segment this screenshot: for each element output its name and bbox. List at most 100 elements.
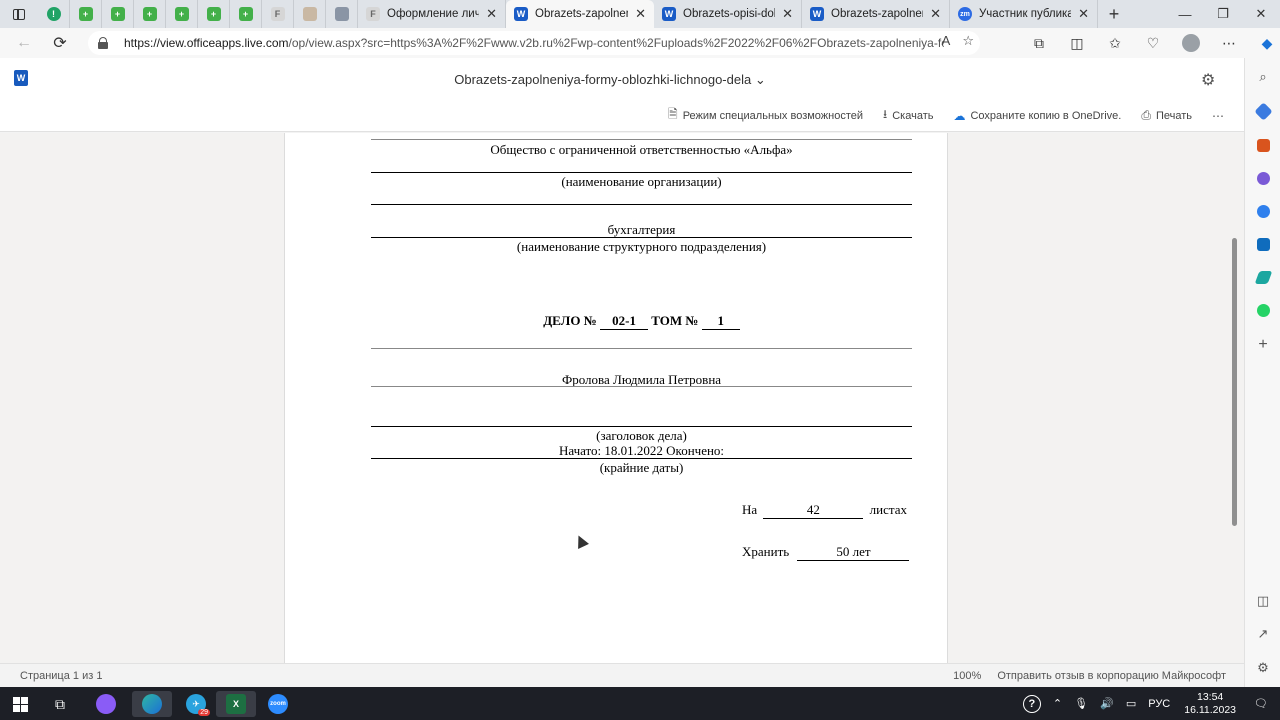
task-view-icon[interactable]: ⧉ <box>40 691 80 717</box>
drop-send-icon[interactable] <box>1254 268 1272 286</box>
favorites-icon[interactable]: ✩ <box>1096 28 1134 58</box>
tools-briefcase-icon[interactable] <box>1254 136 1272 154</box>
org-name: Общество с ограниченной ответственностью… <box>490 142 793 157</box>
url-field[interactable]: https://view.officeapps.live.com/op/view… <box>88 31 980 55</box>
tab-title: Obrazets-opisi-doku <box>683 8 775 20</box>
more-options-icon[interactable]: ⋯ <box>1212 109 1224 123</box>
external-link-icon[interactable]: ↗ <box>1254 625 1272 643</box>
chevron-down-icon: ⌄ <box>754 72 766 87</box>
case-number: 02-1 <box>600 313 649 330</box>
document-viewport[interactable]: Общество с ограниченной ответственностью… <box>0 133 1244 663</box>
new-tab-button[interactable]: + <box>1098 0 1130 28</box>
divider <box>371 237 912 238</box>
print-button[interactable]: ⎙ Печать <box>1141 108 1192 123</box>
extensions-icon[interactable]: ⧉ <box>1020 28 1058 58</box>
clock[interactable]: 13:54 16.11.2023 <box>1184 691 1236 717</box>
hide-sidebar-icon[interactable]: ◫ <box>1254 592 1272 610</box>
pinned-tab[interactable]: + <box>166 0 198 28</box>
zoom-level[interactable]: 100% <box>953 670 981 682</box>
department-caption: (наименование структурного подразделения… <box>516 239 767 254</box>
pinned-tab[interactable]: + <box>198 0 230 28</box>
pinned-tab[interactable]: + <box>230 0 262 28</box>
add-sidebar-app-icon[interactable]: + <box>1254 336 1272 354</box>
sheet-plus-icon: + <box>206 7 221 21</box>
download-button[interactable]: ⭳ Скачать <box>883 105 933 126</box>
sheet-plus-icon: + <box>78 7 93 21</box>
microsoft-365-icon[interactable] <box>1254 202 1272 220</box>
notifications-icon[interactable]: 🗨 <box>1254 697 1268 710</box>
divider <box>371 139 912 140</box>
help-icon[interactable]: ? <box>1022 694 1041 713</box>
sheets-suffix: листах <box>869 502 907 517</box>
tab-actions-menu-icon[interactable] <box>0 0 38 28</box>
minimize-icon[interactable]: — <box>1166 0 1204 28</box>
pinned-tab[interactable]: + <box>134 0 166 28</box>
edge-sidebar: ⌕ + ◫ ↗ ⚙ <box>1244 58 1280 687</box>
browser-tab[interactable]: W Obrazets-opisi-doku ✕ <box>654 0 802 28</box>
tab-title: Оформление личны <box>387 8 480 20</box>
microphone-icon[interactable]: 🎙 <box>1074 697 1088 710</box>
pinned-tab[interactable]: ! <box>38 0 70 28</box>
more-menu-icon[interactable]: ⋯ <box>1210 28 1248 58</box>
download-label: Скачать <box>892 109 934 122</box>
vertical-scrollbar[interactable] <box>1232 238 1237 526</box>
split-screen-icon[interactable]: ◫ <box>1058 28 1096 58</box>
browser-tab[interactable]: W Obrazets-zapolneniy ✕ <box>802 0 950 28</box>
volume-label: ТОМ № <box>651 313 699 328</box>
tab-title: Obrazets-zapolneniy <box>535 8 628 20</box>
maximize-icon[interactable]: ❐ <box>1204 0 1242 28</box>
windows-start-icon[interactable] <box>0 691 40 717</box>
download-icon: ⭳ <box>883 107 888 121</box>
pinned-tab[interactable] <box>294 0 326 28</box>
url-text: https://view.officeapps.live.com/op/view… <box>124 36 944 50</box>
zoom-app-icon[interactable]: zoom <box>258 691 298 717</box>
sidebar-settings-icon[interactable]: ⚙ <box>1254 659 1272 677</box>
case-heading: ДЕЛО № 02-1 ТОМ № 1 <box>371 313 912 330</box>
gear-icon[interactable]: ⚙ <box>1201 70 1215 90</box>
back-arrow-icon[interactable]: ← <box>6 28 42 58</box>
shopping-tag-icon[interactable] <box>1253 101 1273 121</box>
pinned-tab[interactable]: + <box>70 0 102 28</box>
close-icon[interactable]: ✕ <box>1078 6 1089 22</box>
refresh-icon[interactable]: ⟳ <box>42 28 78 58</box>
browser-tab[interactable]: zm Участник публикаци ✕ <box>950 0 1098 28</box>
feedback-link[interactable]: Отправить отзыв в корпорацию Майкрософт <box>997 670 1226 682</box>
telegram-icon[interactable]: ✈ 29 <box>176 691 216 717</box>
pinned-tab[interactable]: + <box>102 0 134 28</box>
chevron-up-icon[interactable]: ⌃ <box>1053 697 1062 710</box>
close-icon[interactable]: ✕ <box>635 6 646 22</box>
profile-avatar[interactable] <box>1182 34 1200 52</box>
edge-browser-icon[interactable] <box>132 691 172 717</box>
accessibility-mode-button[interactable]: 🗎 Режим специальных возможностей <box>668 105 863 126</box>
language-indicator[interactable]: РУС <box>1148 698 1170 710</box>
games-icon[interactable] <box>1254 169 1272 187</box>
close-icon[interactable]: ✕ <box>930 6 941 22</box>
browser-tab[interactable]: F Оформление личны ✕ <box>358 0 506 28</box>
excel-icon[interactable]: X <box>216 691 256 717</box>
sheets-value: 42 <box>763 502 864 519</box>
save-to-onedrive-button[interactable]: ☁ Сохраните копию в OneDrive. <box>953 109 1121 123</box>
browser-essentials-icon[interactable]: ♡ <box>1134 28 1172 58</box>
org-caption: (наименование организации) <box>561 174 722 189</box>
close-icon[interactable]: ✕ <box>782 6 793 22</box>
sheet-plus-icon: + <box>110 7 125 21</box>
read-aloud-icon[interactable]: A <box>942 33 951 49</box>
outlook-icon[interactable] <box>1254 235 1272 253</box>
browser-tab-strip: ! + + + + + + F F Оформление личны ✕ W O… <box>0 0 1280 28</box>
volume-icon[interactable]: 🔊 <box>1100 697 1114 710</box>
whatsapp-icon[interactable] <box>1254 301 1272 319</box>
pinned-tab[interactable]: F <box>262 0 294 28</box>
close-icon[interactable]: ✕ <box>486 6 497 22</box>
page-count: Страница 1 из 1 <box>20 669 103 682</box>
copilot-icon[interactable]: ◆ <box>1248 28 1280 58</box>
mouse-cursor-icon <box>573 533 589 549</box>
close-window-icon[interactable]: ✕ <box>1242 0 1280 28</box>
save-onedrive-label: Сохраните копию в OneDrive. <box>970 109 1122 122</box>
favorite-star-icon[interactable]: ☆ <box>962 33 974 49</box>
battery-icon[interactable]: ▭ <box>1126 697 1136 710</box>
browser-tab-active[interactable]: W Obrazets-zapolneniy ✕ <box>506 0 654 28</box>
pinned-tab[interactable] <box>326 0 358 28</box>
alice-assistant-icon[interactable] <box>86 691 126 717</box>
search-icon[interactable]: ⌕ <box>1254 68 1272 86</box>
document-title[interactable]: Obrazets-zapolneniya-formy-oblozhki-lich… <box>0 72 1220 88</box>
